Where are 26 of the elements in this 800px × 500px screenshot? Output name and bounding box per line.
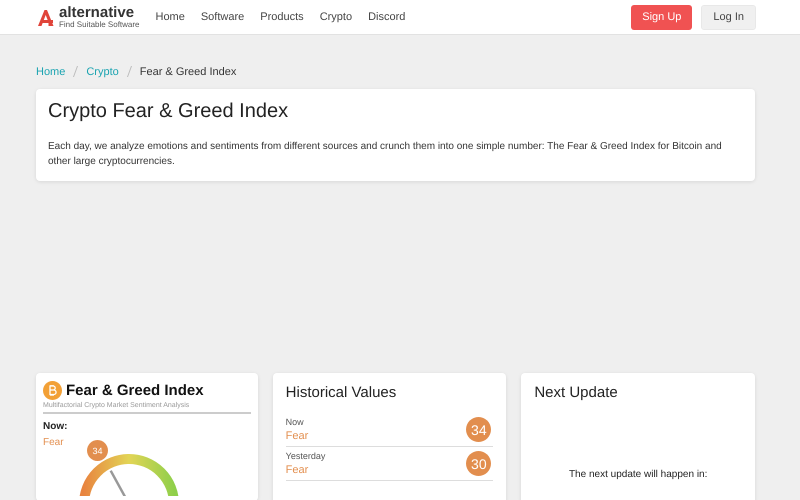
nav-link[interactable]: Crypto xyxy=(320,11,352,23)
logo-icon[interactable] xyxy=(36,8,55,26)
nav-link[interactable]: Home xyxy=(156,11,185,23)
history-classification: Fear xyxy=(286,430,308,442)
nav-link[interactable]: Discord xyxy=(368,11,406,23)
value-badge: 34 xyxy=(87,440,108,461)
now-label: Now: xyxy=(43,421,68,432)
nav-link[interactable]: Products xyxy=(260,11,304,23)
card-title: Historical Values xyxy=(286,384,398,401)
logo-name[interactable]: alternative xyxy=(59,6,140,20)
history-classification: Fear xyxy=(286,464,310,476)
intro-text: Each day, we analyze emotions and sentiments from different sources and crunch them into one simple number: The Fear & Greed Index for Bitcoin and other large cryptocurrencies. xyxy=(48,140,723,169)
widget-title: Fear & Greed Index xyxy=(66,382,204,399)
breadcrumb-current: Fear & Greed Index xyxy=(140,66,236,78)
log-in-button[interactable]: Log In xyxy=(701,4,756,30)
nav-link[interactable]: Software xyxy=(200,11,244,23)
value-circle: 30 xyxy=(466,451,492,476)
page-title: Crypto Fear & Greed Index xyxy=(48,100,290,123)
history-label: Yesterday xyxy=(286,451,326,461)
card-title: Next Update xyxy=(534,384,619,401)
history-label: Now xyxy=(286,417,305,427)
bitcoin-icon xyxy=(43,381,62,400)
next-update-text: The next update will happen in: xyxy=(568,469,708,480)
logo-tagline: Find Suitable Software xyxy=(59,20,140,28)
value-circle: 34 xyxy=(466,417,492,442)
now-classification: Fear xyxy=(43,437,64,448)
